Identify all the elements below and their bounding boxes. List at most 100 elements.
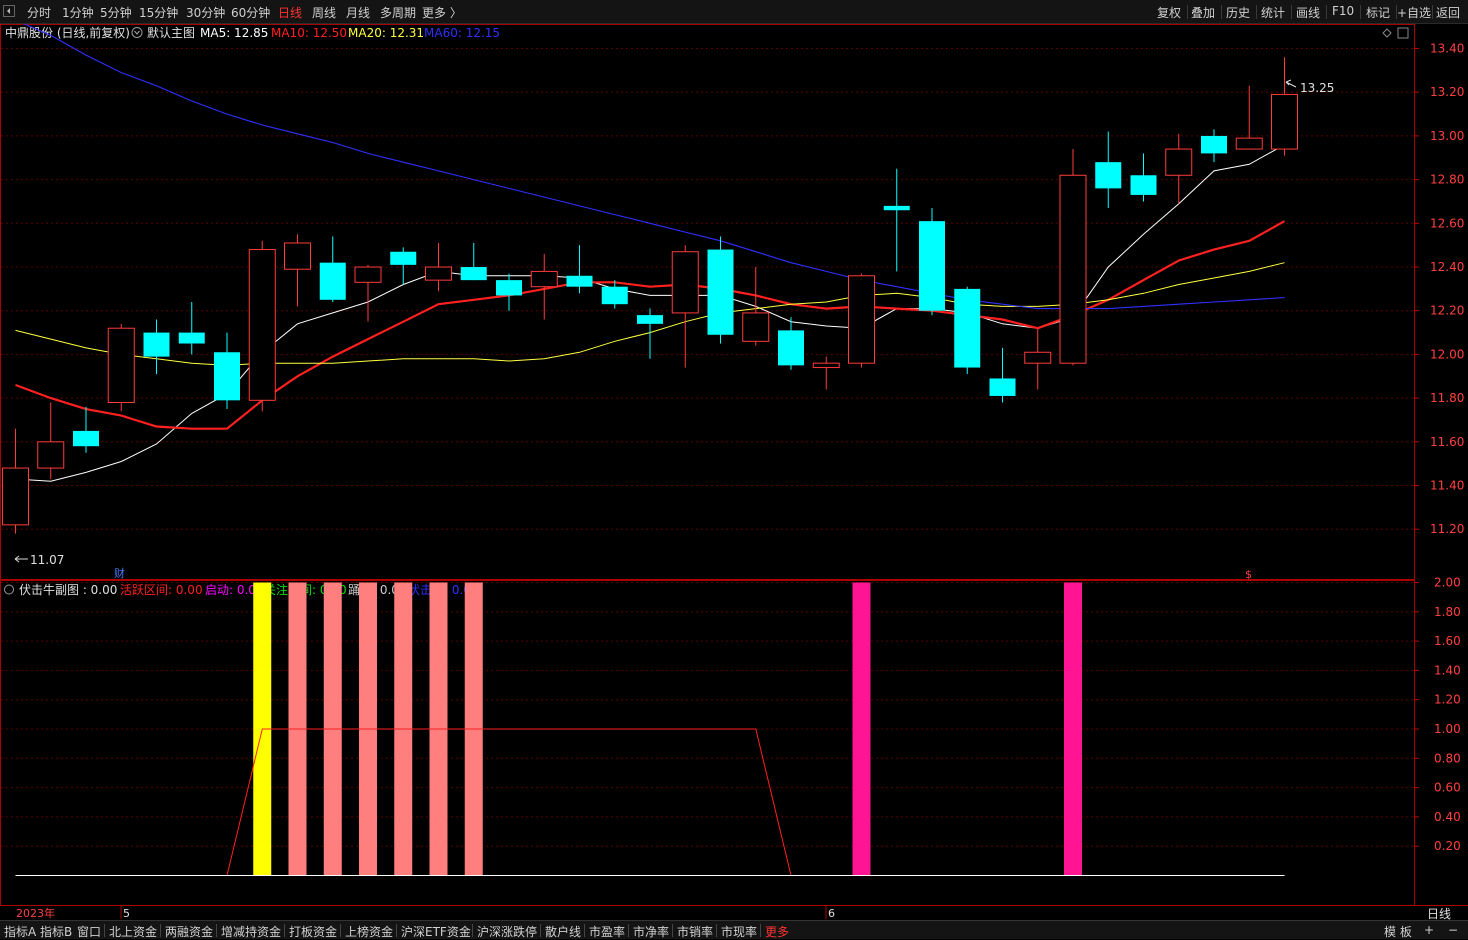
ma5-legend: MA5: 12.85 bbox=[200, 26, 268, 40]
candle-down bbox=[989, 347, 1016, 403]
candle-body bbox=[319, 262, 346, 300]
stock-title: 中鼎股份 (日线,前复权) bbox=[5, 25, 130, 40]
price-tick-label: 11.20 bbox=[1430, 522, 1464, 536]
candle-body bbox=[1095, 162, 1122, 189]
tab-pe-ratio[interactable]: 市盈率 bbox=[589, 923, 625, 940]
toolbar-divider bbox=[1360, 5, 1361, 19]
tab-1min[interactable]: 1分钟 bbox=[62, 4, 94, 21]
candle-body bbox=[742, 312, 770, 342]
sub-dropdown-icon[interactable] bbox=[4, 584, 14, 595]
candle-down bbox=[919, 208, 945, 316]
draw-line-button[interactable]: 画线 bbox=[1296, 4, 1320, 21]
month-may-label: 5 bbox=[123, 907, 130, 920]
candle-body bbox=[107, 327, 135, 404]
price-tick-label: 11.40 bbox=[1430, 479, 1464, 493]
maximize-icon[interactable] bbox=[1397, 27, 1409, 39]
sub-grid bbox=[1, 582, 1414, 847]
tab-ps-ratio[interactable]: 市销率 bbox=[677, 923, 713, 940]
sub-tick-label: 1.20 bbox=[1434, 693, 1461, 707]
add-window-button[interactable]: + bbox=[1424, 923, 1434, 937]
candle-body bbox=[1059, 174, 1087, 364]
low-price-marker: 11.07 bbox=[14, 553, 64, 567]
ma10-legend: MA10: 12.50 bbox=[271, 26, 347, 40]
toolbar-divider bbox=[1187, 5, 1188, 19]
tab-more-indicators[interactable]: 更多 bbox=[765, 923, 789, 940]
candle-body bbox=[1271, 93, 1298, 150]
candle-down bbox=[566, 245, 593, 294]
tab-northbound-funds[interactable]: 北上资金 bbox=[109, 923, 157, 940]
menu-toggle-icon[interactable] bbox=[3, 5, 15, 17]
candle-body bbox=[390, 251, 417, 265]
mark-button[interactable]: 标记 bbox=[1366, 4, 1390, 21]
price-tick-label: 13.20 bbox=[1430, 85, 1464, 99]
high-price-marker: 13.25 bbox=[1285, 79, 1334, 95]
f10-button[interactable]: F10 bbox=[1332, 4, 1354, 18]
overlay-button[interactable]: 叠加 bbox=[1191, 4, 1215, 21]
remove-window-button[interactable]: − bbox=[1448, 923, 1458, 937]
candle-body bbox=[530, 270, 558, 288]
tab-5min[interactable]: 5分钟 bbox=[100, 4, 132, 21]
tab-60min[interactable]: 60分钟 bbox=[231, 4, 270, 21]
candle-down bbox=[954, 286, 981, 375]
finance-event-icon[interactable]: 财 bbox=[114, 566, 125, 580]
candle-down bbox=[778, 317, 804, 370]
price-axis: 13.40 13.20 13.00 12.80 12.60 12.40 12.20 12.00… bbox=[1414, 42, 1464, 536]
add-watchlist-button[interactable]: +自选 bbox=[1397, 4, 1431, 21]
candle-body bbox=[989, 378, 1016, 396]
tab-billboard-funds[interactable]: 上榜资金 bbox=[345, 923, 393, 940]
candle-body bbox=[1024, 351, 1052, 364]
price-tick-label: 12.40 bbox=[1430, 260, 1464, 274]
candle-body bbox=[214, 352, 240, 401]
tab-more[interactable]: 更多 〉 bbox=[422, 4, 462, 21]
candle-body bbox=[566, 275, 593, 287]
back-button[interactable]: 返回 bbox=[1436, 4, 1460, 21]
candle-body bbox=[954, 288, 981, 368]
month-june-label: 6 bbox=[828, 907, 835, 920]
tab-multi-period[interactable]: 多周期 bbox=[380, 4, 416, 21]
tab-weekly[interactable]: 周线 bbox=[312, 4, 336, 21]
candle-body bbox=[637, 315, 663, 324]
tab-15min[interactable]: 15分钟 bbox=[139, 4, 178, 21]
stats-button[interactable]: 统计 bbox=[1261, 4, 1285, 21]
diamond-icon[interactable] bbox=[1382, 28, 1392, 38]
candle-down bbox=[319, 236, 346, 302]
candle-body bbox=[425, 266, 452, 281]
tab-pcf-ratio[interactable]: 市现率 bbox=[721, 923, 757, 940]
price-tick-label: 11.60 bbox=[1430, 435, 1464, 449]
tab-30min[interactable]: 30分钟 bbox=[186, 4, 225, 21]
tab-retail-line[interactable]: 散户线 bbox=[545, 923, 581, 940]
dividend-event-icon[interactable]: $ bbox=[1245, 568, 1252, 581]
candle-down bbox=[390, 247, 417, 285]
tab-holding-change[interactable]: 增减持资金 bbox=[221, 923, 281, 940]
candle-body bbox=[919, 221, 945, 311]
tab-fenshi[interactable]: 分时 bbox=[27, 4, 51, 21]
tab-indicator-a[interactable]: 指标A bbox=[4, 923, 36, 940]
tab-etf-funds[interactable]: 沪深ETF资金 bbox=[401, 923, 471, 940]
candle-down bbox=[637, 308, 663, 359]
candle-body bbox=[671, 251, 699, 314]
template-selector[interactable]: 默认主图 bbox=[131, 25, 195, 40]
template-button[interactable]: 模 板 bbox=[1384, 923, 1412, 940]
date-axis: 2023年 5 6 日线 bbox=[16, 906, 1451, 920]
candle-body bbox=[883, 205, 910, 211]
tab-daily[interactable]: 日线 bbox=[278, 4, 302, 21]
dropdown-circle-icon[interactable] bbox=[131, 27, 143, 38]
fuquan-button[interactable]: 复权 bbox=[1157, 4, 1181, 21]
candle-up bbox=[671, 245, 699, 368]
candle-body bbox=[460, 267, 487, 281]
candle-up bbox=[848, 273, 875, 368]
tab-indicator-b[interactable]: 指标B bbox=[40, 923, 72, 940]
template-label: 默认主图 bbox=[147, 25, 195, 40]
history-button[interactable]: 历史 bbox=[1226, 4, 1250, 21]
toolbar-divider bbox=[1291, 5, 1292, 19]
candle-up bbox=[530, 253, 558, 320]
tab-limit-up-funds[interactable]: 打板资金 bbox=[289, 923, 337, 940]
tab-window[interactable]: 窗口 bbox=[77, 923, 101, 940]
tab-margin-funds[interactable]: 两融资金 bbox=[165, 923, 213, 940]
kline-chart-area[interactable]: 13.40 13.20 13.00 12.80 12.60 12.40 12.20 12.00… bbox=[0, 24, 1468, 920]
candle-body bbox=[248, 249, 276, 401]
tab-pb-ratio[interactable]: 市净率 bbox=[633, 923, 669, 940]
candle-body bbox=[496, 280, 522, 296]
tab-monthly[interactable]: 月线 bbox=[346, 4, 370, 21]
tab-limit-stats[interactable]: 沪深涨跌停 bbox=[477, 923, 537, 940]
